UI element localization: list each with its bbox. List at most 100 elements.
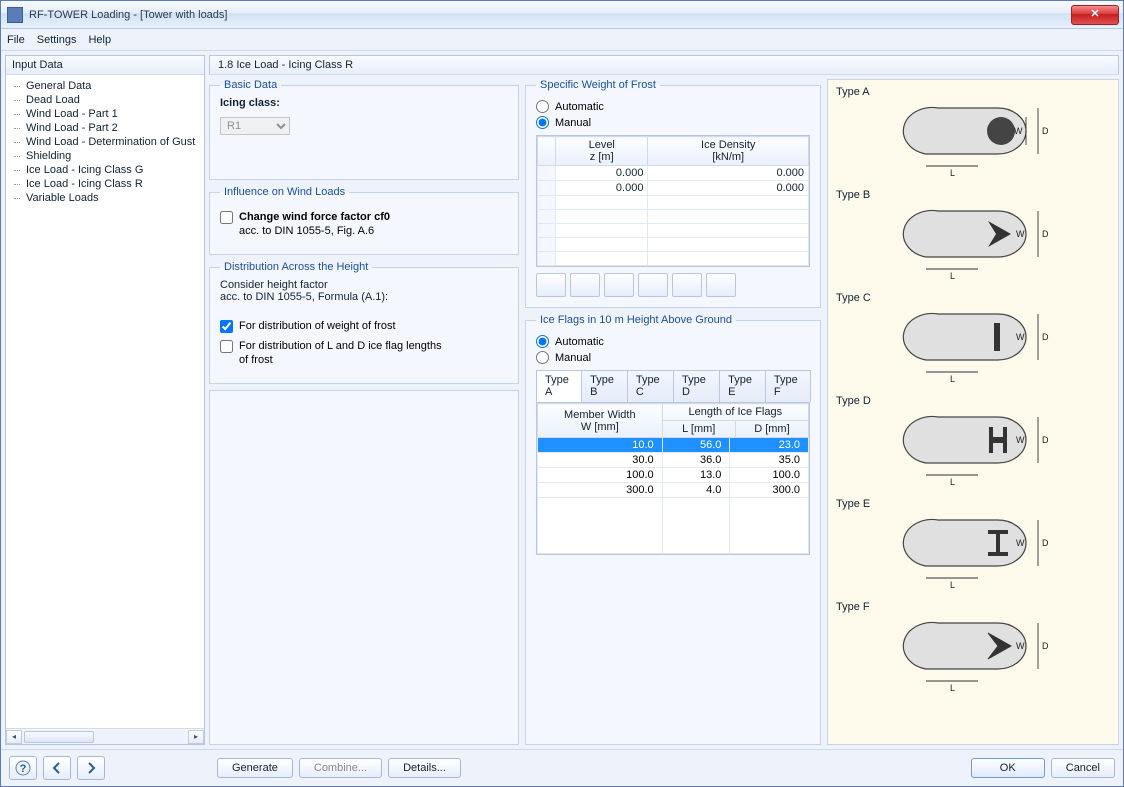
save-icon[interactable] — [570, 273, 600, 297]
diagram-d: Type D L D W — [836, 395, 1110, 490]
scroll-thumb[interactable] — [24, 731, 94, 743]
menubar: File Settings Help — [1, 29, 1123, 51]
generate-button[interactable]: Generate — [217, 758, 293, 778]
import-icon[interactable] — [604, 273, 634, 297]
ice-flags-table[interactable]: Member WidthW [mm] Length of Ice Flags L… — [536, 402, 810, 555]
ice-flags-legend: Ice Flags in 10 m Height Above Ground — [536, 314, 736, 326]
radio-if-auto[interactable] — [536, 335, 549, 348]
menu-file[interactable]: File — [7, 34, 25, 46]
tab-type-d[interactable]: Type D — [673, 370, 720, 402]
close-button[interactable]: ✕ — [1071, 5, 1119, 25]
app-window: RF-TOWER Loading - [Tower with loads] ✕ … — [0, 0, 1124, 787]
table-row: 100.013.0100.0 — [538, 468, 809, 483]
icing-class-label: Icing class: — [220, 97, 508, 109]
chk-ld-ice-flag-label: For distribution of L and D ice flag len… — [239, 339, 442, 367]
prev-button[interactable] — [43, 756, 71, 780]
table-row: 0.0000.000 — [538, 166, 809, 181]
cancel-button[interactable]: Cancel — [1051, 758, 1115, 778]
svg-text:?: ? — [20, 763, 27, 775]
diagram-c: Type C L D W — [836, 292, 1110, 387]
radio-sw-auto[interactable] — [536, 100, 549, 113]
ice-flags-fieldset: Ice Flags in 10 m Height Above Ground Au… — [525, 314, 821, 745]
tab-type-a[interactable]: Type A — [536, 370, 582, 402]
diagram-b: Type B L D W — [836, 189, 1110, 284]
svg-text:D: D — [1042, 435, 1049, 445]
specific-weight-legend: Specific Weight of Frost — [536, 79, 660, 91]
window-title: RF-TOWER Loading - [Tower with loads] — [29, 9, 227, 21]
nav-tree: General Data Dead Load Wind Load - Part … — [6, 75, 204, 728]
radio-if-manual[interactable] — [536, 351, 549, 364]
distribution-intro1: Consider height factor — [220, 279, 508, 291]
titlebar: RF-TOWER Loading - [Tower with loads] ✕ — [1, 1, 1123, 29]
radio-if-manual-label: Manual — [555, 352, 591, 364]
sidebar: Input Data General Data Dead Load Wind L… — [5, 55, 205, 745]
svg-text:D: D — [1042, 126, 1049, 136]
chk-ld-ice-flag[interactable] — [220, 340, 233, 353]
sidebar-h-scrollbar[interactable]: ◂ ▸ — [6, 728, 204, 744]
page-title: 1.8 Ice Load - Icing Class R — [209, 55, 1119, 75]
tree-item-ice-g[interactable]: Ice Load - Icing Class G — [8, 163, 202, 177]
chk-change-wind-force[interactable] — [220, 211, 233, 224]
next-button[interactable] — [77, 756, 105, 780]
spreadsheet-icon[interactable] — [672, 273, 702, 297]
tree-item-shielding[interactable]: Shielding — [8, 149, 202, 163]
basic-data-fieldset: Basic Data Icing class: R1 — [209, 79, 519, 180]
tree-item-ice-r[interactable]: Ice Load - Icing Class R — [8, 177, 202, 191]
scroll-right-icon[interactable]: ▸ — [188, 730, 204, 744]
svg-text:L: L — [950, 683, 955, 693]
client-area: Input Data General Data Dead Load Wind L… — [1, 51, 1123, 749]
tree-item-wind-load-2[interactable]: Wind Load - Part 2 — [8, 121, 202, 135]
middle-column: Specific Weight of Frost Automatic Manua… — [525, 79, 821, 745]
right-column: Type A L D W — [827, 79, 1119, 745]
scroll-left-icon[interactable]: ◂ — [6, 730, 22, 744]
radio-sw-manual[interactable] — [536, 116, 549, 129]
tab-type-c[interactable]: Type C — [627, 370, 674, 402]
svg-text:D: D — [1042, 538, 1049, 548]
tab-type-f[interactable]: Type F — [765, 370, 811, 402]
radio-sw-manual-label: Manual — [555, 117, 591, 129]
distribution-fieldset: Distribution Across the Height Consider … — [209, 261, 519, 384]
radio-if-auto-label: Automatic — [555, 336, 604, 348]
empty-fieldset — [209, 390, 519, 745]
svg-text:L: L — [950, 374, 955, 384]
menu-settings[interactable]: Settings — [37, 34, 77, 46]
table-row: 10.056.023.0 — [538, 438, 809, 453]
ice-flags-tabs: Type A Type B Type C Type D Type E Type … — [536, 370, 810, 555]
table-row: 0.0000.000 — [538, 181, 809, 196]
tab-type-e[interactable]: Type E — [719, 370, 766, 402]
radio-sw-auto-label: Automatic — [555, 101, 604, 113]
open-icon[interactable] — [536, 273, 566, 297]
app-icon — [7, 7, 23, 23]
calculator-icon[interactable] — [706, 273, 736, 297]
sidebar-header: Input Data — [6, 56, 204, 75]
help-button[interactable]: ? — [9, 756, 37, 780]
details-button[interactable]: Details... — [388, 758, 461, 778]
main-panel: 1.8 Ice Load - Icing Class R Basic Data … — [209, 55, 1119, 745]
svg-text:W: W — [1016, 229, 1025, 239]
svg-text:L: L — [950, 477, 955, 487]
svg-text:L: L — [950, 168, 955, 178]
combine-button[interactable]: Combine... — [299, 758, 382, 778]
export-icon[interactable] — [638, 273, 668, 297]
table-row: 30.036.035.0 — [538, 453, 809, 468]
tree-item-variable[interactable]: Variable Loads — [8, 191, 202, 205]
specific-weight-fieldset: Specific Weight of Frost Automatic Manua… — [525, 79, 821, 308]
chk-change-wind-force-label: Change wind force factor cf0 acc. to DIN… — [239, 210, 390, 238]
svg-text:D: D — [1042, 332, 1049, 342]
chk-weight-frost[interactable] — [220, 320, 233, 333]
icing-class-select[interactable]: R1 — [220, 117, 290, 135]
svg-text:D: D — [1042, 229, 1049, 239]
svg-text:L: L — [950, 580, 955, 590]
menu-help[interactable]: Help — [88, 34, 111, 46]
distribution-intro2: acc. to DIN 1055-5, Formula (A.1): — [220, 291, 508, 303]
table-row: 300.04.0300.0 — [538, 483, 809, 498]
tree-item-general-data[interactable]: General Data — [8, 79, 202, 93]
tree-item-wind-gust[interactable]: Wind Load - Determination of Gust — [8, 135, 202, 149]
tree-item-wind-load-1[interactable]: Wind Load - Part 1 — [8, 107, 202, 121]
density-table[interactable]: Levelz [m] Ice Density[kN/m] 0.0000.000 … — [536, 135, 810, 267]
footer-bar: ? Generate Combine... Details... OK Canc… — [1, 749, 1123, 786]
svg-text:W: W — [1016, 538, 1025, 548]
tree-item-dead-load[interactable]: Dead Load — [8, 93, 202, 107]
ok-button[interactable]: OK — [971, 758, 1045, 778]
tab-type-b[interactable]: Type B — [581, 370, 628, 402]
